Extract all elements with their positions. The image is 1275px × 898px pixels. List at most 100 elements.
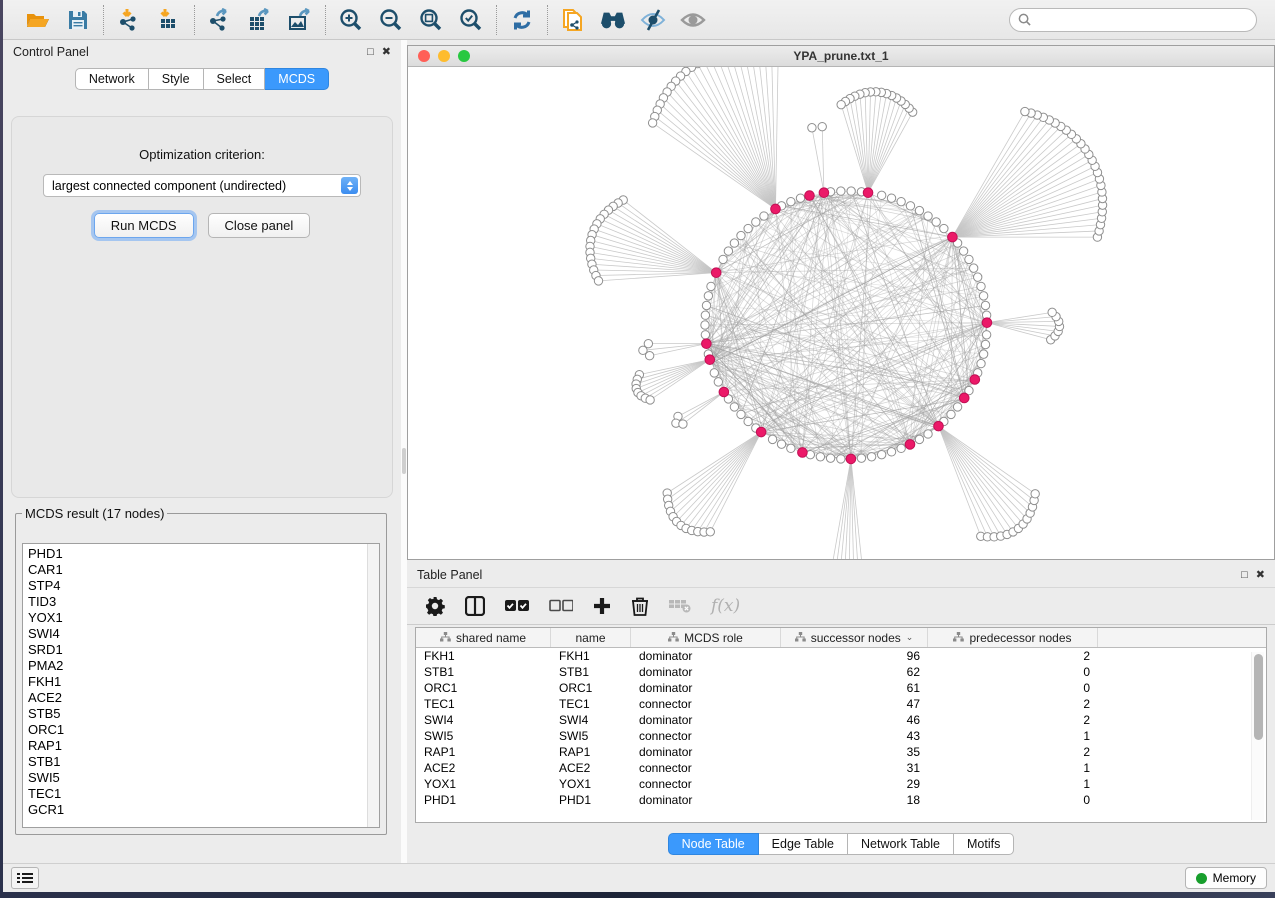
memory-status-icon bbox=[1196, 873, 1207, 884]
close-panel-button[interactable]: Close panel bbox=[208, 213, 311, 238]
tab-select[interactable]: Select bbox=[204, 68, 266, 90]
zoom-out-icon[interactable] bbox=[378, 7, 404, 33]
delete-column-icon[interactable] bbox=[631, 596, 649, 616]
zoom-fit-icon[interactable] bbox=[418, 7, 444, 33]
close-icon[interactable]: ✖ bbox=[1256, 570, 1265, 581]
result-node-item[interactable]: TEC1 bbox=[28, 786, 379, 802]
table-row[interactable]: TEC1TEC1connector472 bbox=[416, 696, 1266, 712]
column-layout-icon[interactable] bbox=[465, 596, 485, 616]
export-image-icon[interactable] bbox=[287, 7, 313, 33]
import-table-icon[interactable] bbox=[156, 7, 182, 33]
result-node-item[interactable]: SRD1 bbox=[28, 642, 379, 658]
tab-network-table[interactable]: Network Table bbox=[848, 833, 954, 855]
add-column-icon[interactable] bbox=[593, 597, 611, 615]
table-cell: 18 bbox=[781, 793, 928, 807]
show-all-icon[interactable] bbox=[680, 7, 706, 33]
tab-mcds[interactable]: MCDS bbox=[265, 68, 329, 90]
search-network-icon[interactable] bbox=[600, 7, 626, 33]
share-document-icon[interactable] bbox=[560, 7, 586, 33]
table-cell: ACE2 bbox=[416, 761, 551, 775]
result-node-item[interactable]: STB1 bbox=[28, 754, 379, 770]
table-scrollbar[interactable] bbox=[1251, 652, 1264, 820]
network-titlebar[interactable]: YPA_prune.txt_1 bbox=[408, 46, 1274, 67]
save-icon[interactable] bbox=[65, 7, 91, 33]
table-cell: 0 bbox=[928, 665, 1098, 679]
table-scrollbar-thumb[interactable] bbox=[1254, 654, 1263, 740]
table-cell: 43 bbox=[781, 729, 928, 743]
result-node-item[interactable]: CAR1 bbox=[28, 562, 379, 578]
table-row[interactable]: FKH1FKH1dominator962 bbox=[416, 648, 1266, 664]
result-node-item[interactable]: STB5 bbox=[28, 706, 379, 722]
column-header-successor-nodes[interactable]: successor nodes⌄ bbox=[781, 628, 928, 647]
result-node-item[interactable]: YOX1 bbox=[28, 610, 379, 626]
table-cell: dominator bbox=[631, 649, 781, 663]
table-row[interactable]: RAP1RAP1dominator352 bbox=[416, 744, 1266, 760]
float-icon[interactable]: □ bbox=[1241, 570, 1248, 581]
result-node-item[interactable]: ACE2 bbox=[28, 690, 379, 706]
result-node-item[interactable]: GCR1 bbox=[28, 802, 379, 818]
table-cell: dominator bbox=[631, 681, 781, 695]
table-cell: ACE2 bbox=[551, 761, 631, 775]
zoom-in-icon[interactable] bbox=[338, 7, 364, 33]
search-input[interactable] bbox=[1036, 13, 1248, 27]
table-row[interactable]: ACE2ACE2connector311 bbox=[416, 760, 1266, 776]
list-icon bbox=[17, 872, 33, 884]
open-file-icon[interactable] bbox=[25, 7, 51, 33]
table-row[interactable]: ORC1ORC1dominator610 bbox=[416, 680, 1266, 696]
export-network-icon[interactable] bbox=[207, 7, 233, 33]
result-node-item[interactable]: SWI5 bbox=[28, 770, 379, 786]
table-row[interactable]: SWI4SWI4dominator462 bbox=[416, 712, 1266, 728]
table-cell: 2 bbox=[928, 697, 1098, 711]
column-header-predecessor-nodes[interactable]: predecessor nodes bbox=[928, 628, 1098, 647]
column-label: MCDS role bbox=[684, 631, 743, 645]
table-cell: 0 bbox=[928, 681, 1098, 695]
table-row[interactable]: SWI5SWI5connector431 bbox=[416, 728, 1266, 744]
table-panel-title: Table Panel bbox=[417, 568, 482, 582]
table-cell: PHD1 bbox=[416, 793, 551, 807]
result-node-item[interactable]: FKH1 bbox=[28, 674, 379, 690]
task-history-button[interactable] bbox=[11, 867, 39, 889]
table-cell: YOX1 bbox=[416, 777, 551, 791]
network-graph-svg[interactable] bbox=[408, 67, 1274, 559]
tab-edge-table[interactable]: Edge Table bbox=[759, 833, 848, 855]
table-cell: SWI5 bbox=[416, 729, 551, 743]
result-node-item[interactable]: PMA2 bbox=[28, 658, 379, 674]
tree-icon bbox=[668, 631, 679, 645]
float-icon[interactable]: □ bbox=[367, 47, 374, 58]
column-header-shared-name[interactable]: shared name bbox=[416, 628, 551, 647]
result-node-item[interactable]: RAP1 bbox=[28, 738, 379, 754]
network-canvas[interactable] bbox=[408, 67, 1274, 559]
close-icon[interactable]: ✖ bbox=[382, 47, 391, 58]
tab-node-table[interactable]: Node Table bbox=[668, 833, 759, 855]
select-all-columns-icon[interactable] bbox=[505, 599, 529, 613]
toolbar-search[interactable] bbox=[1009, 8, 1257, 32]
table-cell: connector bbox=[631, 729, 781, 743]
result-node-item[interactable]: PHD1 bbox=[28, 546, 379, 562]
result-node-item[interactable]: STP4 bbox=[28, 578, 379, 594]
criterion-select[interactable]: largest connected component (undirected) bbox=[43, 174, 361, 197]
tab-style[interactable]: Style bbox=[149, 68, 204, 90]
tab-network[interactable]: Network bbox=[75, 68, 149, 90]
result-node-item[interactable]: SWI4 bbox=[28, 626, 379, 642]
column-header-name[interactable]: name bbox=[551, 628, 631, 647]
result-node-item[interactable]: TID3 bbox=[28, 594, 379, 610]
result-scrollbar[interactable] bbox=[367, 544, 379, 827]
table-row[interactable]: STB1STB1dominator620 bbox=[416, 664, 1266, 680]
mcds-result-box: MCDS result (17 nodes) PHD1CAR1STP4TID3Y… bbox=[15, 506, 387, 835]
refresh-icon[interactable] bbox=[509, 7, 535, 33]
result-node-item[interactable]: ORC1 bbox=[28, 722, 379, 738]
run-mcds-button[interactable]: Run MCDS bbox=[94, 213, 194, 238]
hide-selected-icon[interactable] bbox=[640, 7, 666, 33]
table-row[interactable]: YOX1YOX1connector291 bbox=[416, 776, 1266, 792]
table-cell: ORC1 bbox=[416, 681, 551, 695]
import-network-icon[interactable] bbox=[116, 7, 142, 33]
column-header-MCDS-role[interactable]: MCDS role bbox=[631, 628, 781, 647]
zoom-selected-icon[interactable] bbox=[458, 7, 484, 33]
table-row[interactable]: PHD1PHD1dominator180 bbox=[416, 792, 1266, 808]
unselect-all-columns-icon[interactable] bbox=[549, 599, 573, 613]
gear-icon[interactable] bbox=[425, 596, 445, 616]
splitter-handle-icon[interactable] bbox=[402, 448, 406, 474]
memory-button[interactable]: Memory bbox=[1185, 867, 1267, 889]
tab-motifs[interactable]: Motifs bbox=[954, 833, 1014, 855]
export-table-icon[interactable] bbox=[247, 7, 273, 33]
